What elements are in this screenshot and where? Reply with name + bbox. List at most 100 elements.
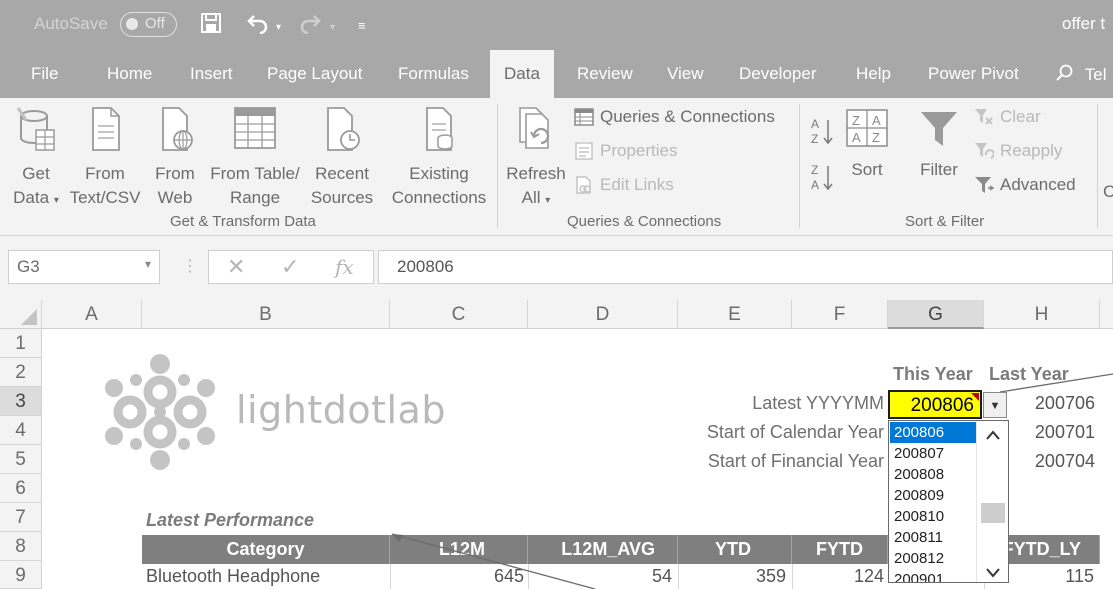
dropdown-option[interactable]: 200807 bbox=[890, 443, 976, 464]
dropdown-option[interactable]: 200811 bbox=[890, 527, 976, 548]
cell-h4[interactable]: 200701 bbox=[1035, 422, 1095, 443]
select-all-corner[interactable] bbox=[0, 300, 42, 329]
redo-icon[interactable] bbox=[298, 12, 322, 40]
autosave-toggle[interactable]: Off bbox=[120, 12, 177, 37]
sort-button[interactable]: Z A A Z Sort bbox=[842, 108, 892, 182]
scroll-up-icon[interactable] bbox=[977, 427, 1008, 443]
cell-g3-selected[interactable]: 200806 bbox=[888, 390, 982, 419]
row-header-4[interactable]: 4 bbox=[0, 416, 42, 445]
column-header-d[interactable]: D bbox=[528, 300, 678, 329]
queries-connections-button[interactable]: Queries & Connections bbox=[574, 107, 775, 127]
column-header-g[interactable]: G bbox=[888, 300, 984, 329]
tab-formulas[interactable]: Formulas bbox=[398, 64, 469, 84]
autosave-state: Off bbox=[145, 15, 165, 32]
from-table-label-1: From Table/ bbox=[210, 164, 300, 183]
dropdown-option[interactable]: 200809 bbox=[890, 485, 976, 506]
dropdown-option[interactable]: 200808 bbox=[890, 464, 976, 485]
cell-h5[interactable]: 200704 bbox=[1035, 451, 1095, 472]
advanced-filter-button[interactable]: Advanced bbox=[974, 175, 1076, 195]
edit-links-label: Edit Links bbox=[600, 175, 674, 194]
sort-az-icon: AZ bbox=[811, 117, 833, 146]
from-text-csv-button[interactable]: From Text/CSV bbox=[68, 104, 142, 210]
existing-connections-button[interactable]: Existing Connections bbox=[386, 104, 492, 210]
confirm-icon[interactable]: ✓ bbox=[281, 254, 299, 280]
sort-dialog-icon: Z A A Z bbox=[846, 109, 888, 147]
row-header-7[interactable]: 7 bbox=[0, 503, 42, 532]
scrollbar-thumb[interactable] bbox=[981, 503, 1005, 523]
tell-me-search[interactable]: Tel bbox=[1056, 64, 1106, 85]
column-header-f[interactable]: F bbox=[792, 300, 888, 329]
chevron-down-icon[interactable]: ▾ bbox=[145, 257, 151, 271]
column-header-c[interactable]: C bbox=[390, 300, 528, 329]
redo-dropdown-icon[interactable]: ▾ bbox=[330, 16, 335, 40]
dropdown-arrow-icon: ▾ bbox=[53, 195, 59, 206]
formula-input[interactable]: 200806 bbox=[378, 250, 1113, 284]
dropdown-option[interactable]: 200901 bbox=[890, 569, 976, 582]
row-header-5[interactable]: 5 bbox=[0, 445, 42, 474]
name-box-value: G3 bbox=[17, 257, 40, 276]
row-header-3[interactable]: 3 bbox=[0, 387, 42, 416]
clear-filter-button[interactable]: Clear bbox=[974, 107, 1041, 127]
advanced-label: Advanced bbox=[1000, 175, 1076, 194]
dropdown-option[interactable]: 200810 bbox=[890, 506, 976, 527]
validation-dropdown-list[interactable]: 200806 200807 200808 200809 200810 20081… bbox=[888, 420, 1009, 583]
column-header-e[interactable]: E bbox=[678, 300, 792, 329]
tab-view[interactable]: View bbox=[667, 64, 704, 84]
from-table-range-button[interactable]: From Table/ Range bbox=[205, 104, 305, 210]
tab-insert[interactable]: Insert bbox=[190, 64, 233, 84]
sort-descending-button[interactable]: ZA bbox=[810, 162, 834, 192]
tab-home[interactable]: Home bbox=[107, 64, 152, 84]
save-icon[interactable] bbox=[200, 12, 222, 40]
tab-review[interactable]: Review bbox=[577, 64, 633, 84]
undo-icon[interactable] bbox=[246, 12, 270, 40]
logo-text: lightdotlab bbox=[236, 388, 446, 432]
scroll-down-icon[interactable] bbox=[977, 565, 1008, 581]
dropdown-option[interactable]: 200812 bbox=[890, 548, 976, 569]
properties-button[interactable]: Properties bbox=[574, 141, 677, 161]
tab-developer[interactable]: Developer bbox=[739, 64, 817, 84]
get-data-button[interactable]: Get Data ▾ bbox=[6, 104, 66, 213]
row-header-6[interactable]: 6 bbox=[0, 474, 42, 503]
undo-dropdown-icon[interactable]: ▾ bbox=[276, 16, 281, 40]
group-separator bbox=[1097, 104, 1098, 228]
name-box[interactable]: G3 ▾ bbox=[8, 250, 160, 284]
row-header-9[interactable]: 9 bbox=[0, 561, 42, 589]
get-data-label-1: Get bbox=[22, 164, 50, 183]
row-header-8[interactable]: 8 bbox=[0, 532, 42, 561]
edit-links-button[interactable]: Edit Links bbox=[574, 175, 674, 195]
insert-function-icon[interactable]: fx bbox=[335, 255, 354, 279]
reapply-icon bbox=[975, 143, 994, 159]
column-header-a[interactable]: A bbox=[42, 300, 142, 329]
table-cell-category[interactable]: Bluetooth Headphone bbox=[146, 564, 320, 589]
cancel-icon[interactable]: ✕ bbox=[227, 254, 245, 280]
drag-handle-icon[interactable]: ⋮ bbox=[182, 256, 198, 276]
dropdown-option-selected[interactable]: 200806 bbox=[890, 422, 976, 443]
filter-button[interactable]: Filter bbox=[912, 108, 966, 182]
svg-text:A: A bbox=[852, 130, 861, 145]
row-header-2[interactable]: 2 bbox=[0, 358, 42, 387]
reapply-button[interactable]: Reapply bbox=[974, 141, 1062, 161]
column-header-h[interactable]: H bbox=[984, 300, 1100, 329]
tab-page-layout[interactable]: Page Layout bbox=[267, 64, 362, 84]
existing-connections-label-1: Existing bbox=[409, 164, 469, 183]
cell-h3[interactable]: 200706 bbox=[1035, 393, 1095, 414]
from-table-label-2: Range bbox=[229, 188, 281, 207]
validation-dropdown-button[interactable]: ▼ bbox=[983, 392, 1007, 418]
tab-data[interactable]: Data bbox=[490, 50, 554, 98]
sort-ascending-button[interactable]: AZ bbox=[810, 116, 834, 146]
tab-help[interactable]: Help bbox=[856, 64, 891, 84]
table-cell-fytd[interactable]: 124 bbox=[792, 564, 884, 589]
customize-toolbar-icon[interactable]: ≡ bbox=[358, 14, 366, 38]
recent-sources-button[interactable]: Recent Sources bbox=[306, 104, 378, 210]
tab-power-pivot[interactable]: Power Pivot bbox=[928, 64, 1019, 84]
tab-file[interactable]: File bbox=[31, 64, 58, 84]
table-header-fytd: FYTD bbox=[792, 535, 888, 564]
column-header-b[interactable]: B bbox=[142, 300, 390, 329]
refresh-all-button[interactable]: Refresh All ▾ bbox=[503, 104, 569, 213]
table-cell-ytd[interactable]: 359 bbox=[678, 564, 786, 589]
dropdown-scrollbar[interactable] bbox=[976, 421, 1008, 582]
row-header-1[interactable]: 1 bbox=[0, 329, 42, 358]
sort-za-icon: ZA bbox=[811, 163, 833, 192]
from-web-button[interactable]: From Web bbox=[148, 104, 202, 210]
refresh-icon bbox=[519, 107, 550, 149]
